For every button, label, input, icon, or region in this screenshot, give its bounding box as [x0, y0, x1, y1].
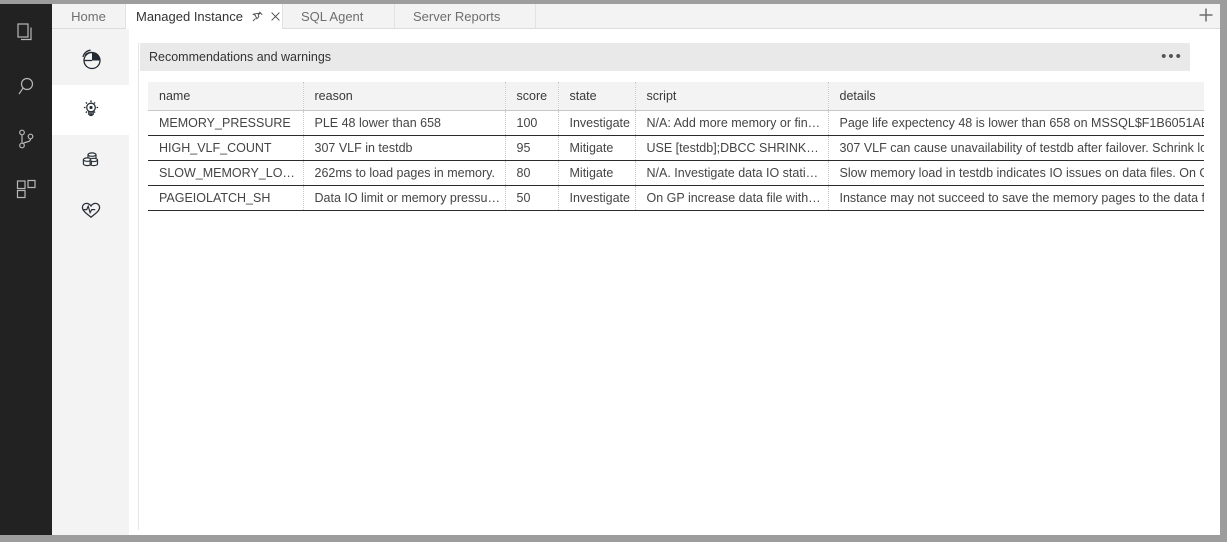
- tab-label: Managed Instance: [136, 9, 243, 24]
- cell-score[interactable]: 95: [505, 135, 559, 161]
- cell-name[interactable]: HIGH_VLF_COUNT: [148, 135, 304, 161]
- tab-sql-agent[interactable]: SQL Agent: [283, 4, 395, 29]
- database-icon: [78, 147, 104, 173]
- table-row[interactable]: PAGEIOLATCH_SH Data IO limit or memory p…: [148, 185, 1204, 211]
- new-tab-button[interactable]: [1193, 4, 1218, 29]
- window-frame-right: [1220, 0, 1227, 542]
- rail-item-recommendations[interactable]: [52, 85, 129, 135]
- tab-home[interactable]: Home: [52, 4, 126, 29]
- cell-reason[interactable]: Data IO limit or memory pressure.: [303, 185, 506, 211]
- cell-script[interactable]: N/A. Investigate data IO statis…: [635, 160, 829, 186]
- column-header-state[interactable]: state: [558, 82, 636, 111]
- lightbulb-icon: [78, 97, 104, 123]
- cell-name[interactable]: PAGEIOLATCH_SH: [148, 185, 304, 211]
- dashboard-icon-rail: [52, 29, 129, 535]
- cell-state[interactable]: Investigate: [558, 110, 636, 136]
- recommendations-grid-scroll[interactable]: name reason score state script details M…: [148, 82, 1204, 522]
- panel-more-actions-button[interactable]: •••: [1161, 49, 1182, 65]
- cell-name[interactable]: SLOW_MEMORY_LOAD: [148, 160, 304, 186]
- cell-details[interactable]: Instance may not succeed to save the mem…: [828, 185, 1204, 211]
- recommendations-panel: Recommendations and warnings ••• name re…: [138, 43, 1212, 530]
- column-header-name[interactable]: name: [148, 82, 304, 111]
- rail-item-databases[interactable]: [52, 135, 129, 185]
- table-row[interactable]: MEMORY_PRESSURE PLE 48 lower than 658 10…: [148, 110, 1204, 136]
- panel-title: Recommendations and warnings: [149, 50, 332, 64]
- pie-chart-icon: [78, 47, 104, 73]
- application-window: Home Managed Instance SQL Agent Server R…: [0, 0, 1220, 535]
- cell-score[interactable]: 100: [505, 110, 559, 136]
- cell-details[interactable]: Slow memory load in testdb indicates IO …: [828, 160, 1204, 186]
- activity-bar: [0, 4, 52, 535]
- cell-reason[interactable]: PLE 48 lower than 658: [303, 110, 506, 136]
- source-control-icon: [14, 127, 38, 151]
- tab-managed-instance[interactable]: Managed Instance: [126, 4, 283, 29]
- activity-item-search[interactable]: [0, 62, 52, 112]
- cell-state[interactable]: Investigate: [558, 185, 636, 211]
- cell-state[interactable]: Mitigate: [558, 160, 636, 186]
- table-header-row: name reason score state script details: [148, 82, 1204, 111]
- activity-item-extensions[interactable]: [0, 164, 52, 214]
- column-header-details[interactable]: details: [828, 82, 1204, 111]
- table-row[interactable]: HIGH_VLF_COUNT 307 VLF in testdb 95 Miti…: [148, 135, 1204, 161]
- cell-reason[interactable]: 262ms to load pages in memory.: [303, 160, 506, 186]
- window-frame-top: [0, 0, 1220, 4]
- cell-details[interactable]: 307 VLF can cause unavailability of test…: [828, 135, 1204, 161]
- tab-bar: Home Managed Instance SQL Agent Server R…: [52, 4, 1220, 29]
- tab-label: SQL Agent: [301, 9, 364, 24]
- cell-reason[interactable]: 307 VLF in testdb: [303, 135, 506, 161]
- cell-script[interactable]: USE [testdb];DBCC SHRINKFIL…: [635, 135, 829, 161]
- search-icon: [14, 75, 38, 99]
- editor-area: Recommendations and warnings ••• name re…: [130, 30, 1220, 535]
- close-icon[interactable]: [269, 10, 282, 23]
- panel-header: Recommendations and warnings •••: [140, 43, 1190, 71]
- rail-item-overview[interactable]: [52, 35, 129, 85]
- column-header-reason[interactable]: reason: [303, 82, 506, 111]
- rail-item-health[interactable]: [52, 186, 129, 236]
- column-header-score[interactable]: score: [505, 82, 559, 111]
- heart-pulse-icon: [78, 198, 104, 224]
- activity-item-files[interactable]: [0, 8, 52, 58]
- cell-name[interactable]: MEMORY_PRESSURE: [148, 110, 304, 136]
- cell-details[interactable]: Page life expectency 48 is lower than 65…: [828, 110, 1204, 136]
- activity-item-source-control[interactable]: [0, 114, 52, 164]
- cell-script[interactable]: N/A: Add more memory or fin…: [635, 110, 829, 136]
- table-row[interactable]: SLOW_MEMORY_LOAD 262ms to load pages in …: [148, 160, 1204, 186]
- tab-label: Home: [71, 9, 106, 24]
- column-header-script[interactable]: script: [635, 82, 829, 111]
- window-frame-bottom: [0, 535, 1227, 542]
- extensions-icon: [14, 177, 38, 201]
- cell-score[interactable]: 80: [505, 160, 559, 186]
- cell-score[interactable]: 50: [505, 185, 559, 211]
- cell-script[interactable]: On GP increase data file with l…: [635, 185, 829, 211]
- tab-server-reports[interactable]: Server Reports: [395, 4, 536, 29]
- recommendations-table: name reason score state script details M…: [148, 82, 1204, 211]
- plus-icon: [1197, 6, 1215, 27]
- files-icon: [14, 21, 38, 45]
- cell-state[interactable]: Mitigate: [558, 135, 636, 161]
- pin-icon[interactable]: [251, 10, 264, 23]
- tab-label: Server Reports: [413, 9, 501, 24]
